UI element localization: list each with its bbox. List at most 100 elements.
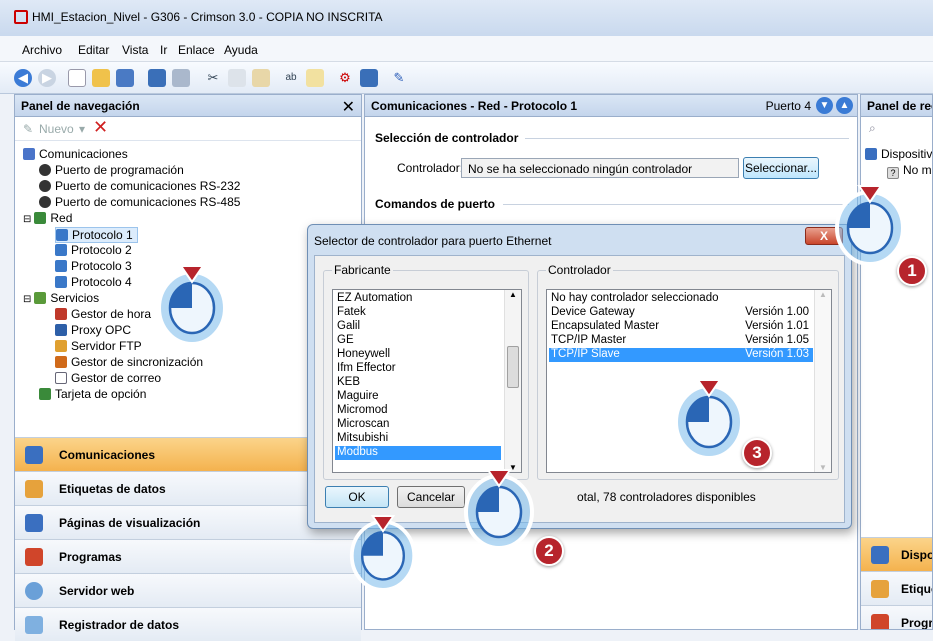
category-data-logger[interactable]: Registrador de datos [15, 607, 361, 641]
menu-archivo[interactable]: Archivo [22, 43, 62, 57]
list-item[interactable]: Device Gateway Versión 1.00 [549, 306, 813, 320]
scroll-up-icon[interactable]: ▲ [819, 290, 827, 299]
menu-enlace[interactable]: Enlace [178, 43, 215, 57]
back-icon[interactable]: ◀ [14, 69, 32, 87]
category-programs[interactable]: Programas [15, 539, 361, 573]
step-badge-1: 1 [897, 256, 927, 286]
collapse-icon[interactable]: ⊟ [23, 214, 31, 225]
forward-icon[interactable]: ▶ [38, 69, 56, 87]
list-item[interactable]: Ifm Effector [335, 362, 501, 376]
open-folder-icon[interactable] [92, 69, 110, 87]
tree-item-servicios[interactable]: ⊟ Servicios [23, 291, 99, 305]
tree-item-red[interactable]: ⊟ Red [23, 211, 72, 225]
tree-item-option-card[interactable]: Tarjeta de opción [39, 387, 146, 401]
find-replace-icon[interactable]: ab [282, 69, 300, 87]
manufacturer-scrollbar[interactable]: ▲ ▼ [504, 290, 521, 472]
title-bar: HMI_Estacion_Nivel - G306 - Crimson 3.0 … [0, 0, 933, 36]
category-web-server[interactable]: Servidor web [15, 573, 361, 607]
copy-icon[interactable] [228, 69, 246, 87]
list-item[interactable]: Encapsulated Master Versión 1.01 [549, 320, 813, 334]
list-item[interactable]: Maguire [335, 390, 501, 404]
protocol-icon [55, 260, 67, 272]
scroll-up-icon[interactable]: ▲ [509, 290, 517, 299]
arrow-up-icon[interactable]: ▲ [836, 97, 853, 114]
close-panel-icon[interactable]: ✕ [342, 97, 355, 117]
logger-icon [25, 616, 43, 634]
devices-icon [871, 546, 889, 564]
delete-icon[interactable]: ✕ [93, 117, 108, 138]
clock-icon [55, 308, 67, 320]
communications-icon [23, 148, 35, 160]
tree-item-programming-port[interactable]: Puerto de programación [39, 163, 184, 177]
tree-item-protocolo-4[interactable]: Protocolo 4 [55, 275, 132, 289]
new-icon: ✎ [23, 122, 34, 136]
tree-item-comunicaciones[interactable]: Comunicaciones [23, 147, 128, 161]
arrow-down-icon[interactable]: ▼ [816, 97, 833, 114]
menu-vista[interactable]: Vista [122, 43, 148, 57]
list-item[interactable]: Mitsubishi [335, 432, 501, 446]
cancel-button[interactable]: Cancelar [397, 486, 465, 508]
resource-category-3[interactable]: Progr [861, 605, 932, 629]
scroll-thumb[interactable] [507, 346, 519, 388]
link-icon[interactable]: ⚙ [336, 69, 354, 87]
paste-icon[interactable] [252, 69, 270, 87]
controller-scrollbar[interactable]: ▲ ▼ [814, 290, 831, 472]
save-icon[interactable] [116, 69, 134, 87]
dialog-body: Fabricante EZ Automation Fatek Galil GE … [314, 255, 845, 523]
protocol-icon [55, 276, 67, 288]
list-item[interactable]: Honeywell [335, 348, 501, 362]
manufacturer-group-label: Fabricante [332, 263, 393, 277]
search-icon[interactable]: ⌕ [869, 121, 876, 136]
menu-editar[interactable]: Editar [78, 43, 109, 57]
list-item[interactable]: Galil [335, 320, 501, 334]
resource-item-devices[interactable]: Dispositiv [865, 147, 932, 161]
tree-item-rs232-port[interactable]: Puerto de comunicaciones RS-232 [39, 179, 240, 193]
manufacturer-list[interactable]: EZ Automation Fatek Galil GE Honeywell I… [332, 289, 522, 473]
network-icon [34, 212, 47, 224]
new-button[interactable]: Nuevo [39, 122, 74, 136]
list-item[interactable]: Micromod [335, 404, 501, 418]
select-controller-button[interactable]: Seleccionar... [743, 157, 819, 179]
section-divider [503, 204, 849, 205]
tree-item-rs485-port[interactable]: Puerto de comunicaciones RS-485 [39, 195, 240, 209]
upload-icon[interactable] [172, 69, 190, 87]
protocol-icon [55, 244, 67, 256]
tree-item-proxy-opc[interactable]: Proxy OPC [55, 323, 131, 337]
tags-icon [25, 480, 43, 498]
new-file-icon[interactable] [68, 69, 86, 87]
tree-item-protocolo-1[interactable]: Protocolo 1 [55, 227, 138, 243]
tree-item-ftp-server[interactable]: Servidor FTP [55, 339, 142, 353]
scroll-down-icon[interactable]: ▼ [819, 463, 827, 472]
find-icon[interactable] [306, 69, 324, 87]
step-badge-2: 2 [534, 536, 564, 566]
list-item[interactable]: Fatek [335, 306, 501, 320]
list-item-selected[interactable]: Modbus [335, 446, 501, 460]
resource-category-1[interactable]: Dispo [861, 537, 932, 571]
cut-icon[interactable]: ✂ [204, 69, 222, 87]
resource-panel: Panel de rec ⌕ Dispositiv ?No ma Dispo E… [860, 94, 933, 630]
menu-ayuda[interactable]: Ayuda [224, 43, 258, 57]
chevron-down-icon: ▾ [79, 122, 86, 136]
tree-item-protocolo-2[interactable]: Protocolo 2 [55, 243, 132, 257]
tree-item-sync-manager[interactable]: Gestor de sincronización [55, 355, 203, 369]
list-item[interactable]: KEB [335, 376, 501, 390]
menu-ir[interactable]: Ir [160, 43, 167, 57]
collapse-icon[interactable]: ⊟ [23, 294, 31, 305]
tree-item-mail-manager[interactable]: Gestor de correo [55, 371, 161, 385]
ok-button[interactable]: OK [325, 486, 389, 508]
pencil-icon[interactable]: ✎ [390, 69, 408, 87]
resource-item-unmapped[interactable]: ?No ma [887, 163, 932, 179]
list-item[interactable]: TCP/IP Master Versión 1.05 [549, 334, 813, 348]
list-item[interactable]: Microscan [335, 418, 501, 432]
help-icon: ? [887, 167, 899, 179]
list-item[interactable]: EZ Automation [335, 292, 501, 306]
download-icon[interactable] [148, 69, 166, 87]
list-item[interactable]: No hay controlador seleccionado [549, 292, 813, 306]
tree-item-time-manager[interactable]: Gestor de hora [55, 307, 151, 321]
tree-item-protocolo-3[interactable]: Protocolo 3 [55, 259, 132, 273]
list-item-selected[interactable]: TCP/IP Slave Versión 1.03 [549, 348, 813, 362]
list-item[interactable]: GE [335, 334, 501, 348]
resource-category-2[interactable]: Etique [861, 571, 932, 605]
monitor-icon[interactable] [360, 69, 378, 87]
resource-panel-header: Panel de rec [861, 95, 932, 117]
